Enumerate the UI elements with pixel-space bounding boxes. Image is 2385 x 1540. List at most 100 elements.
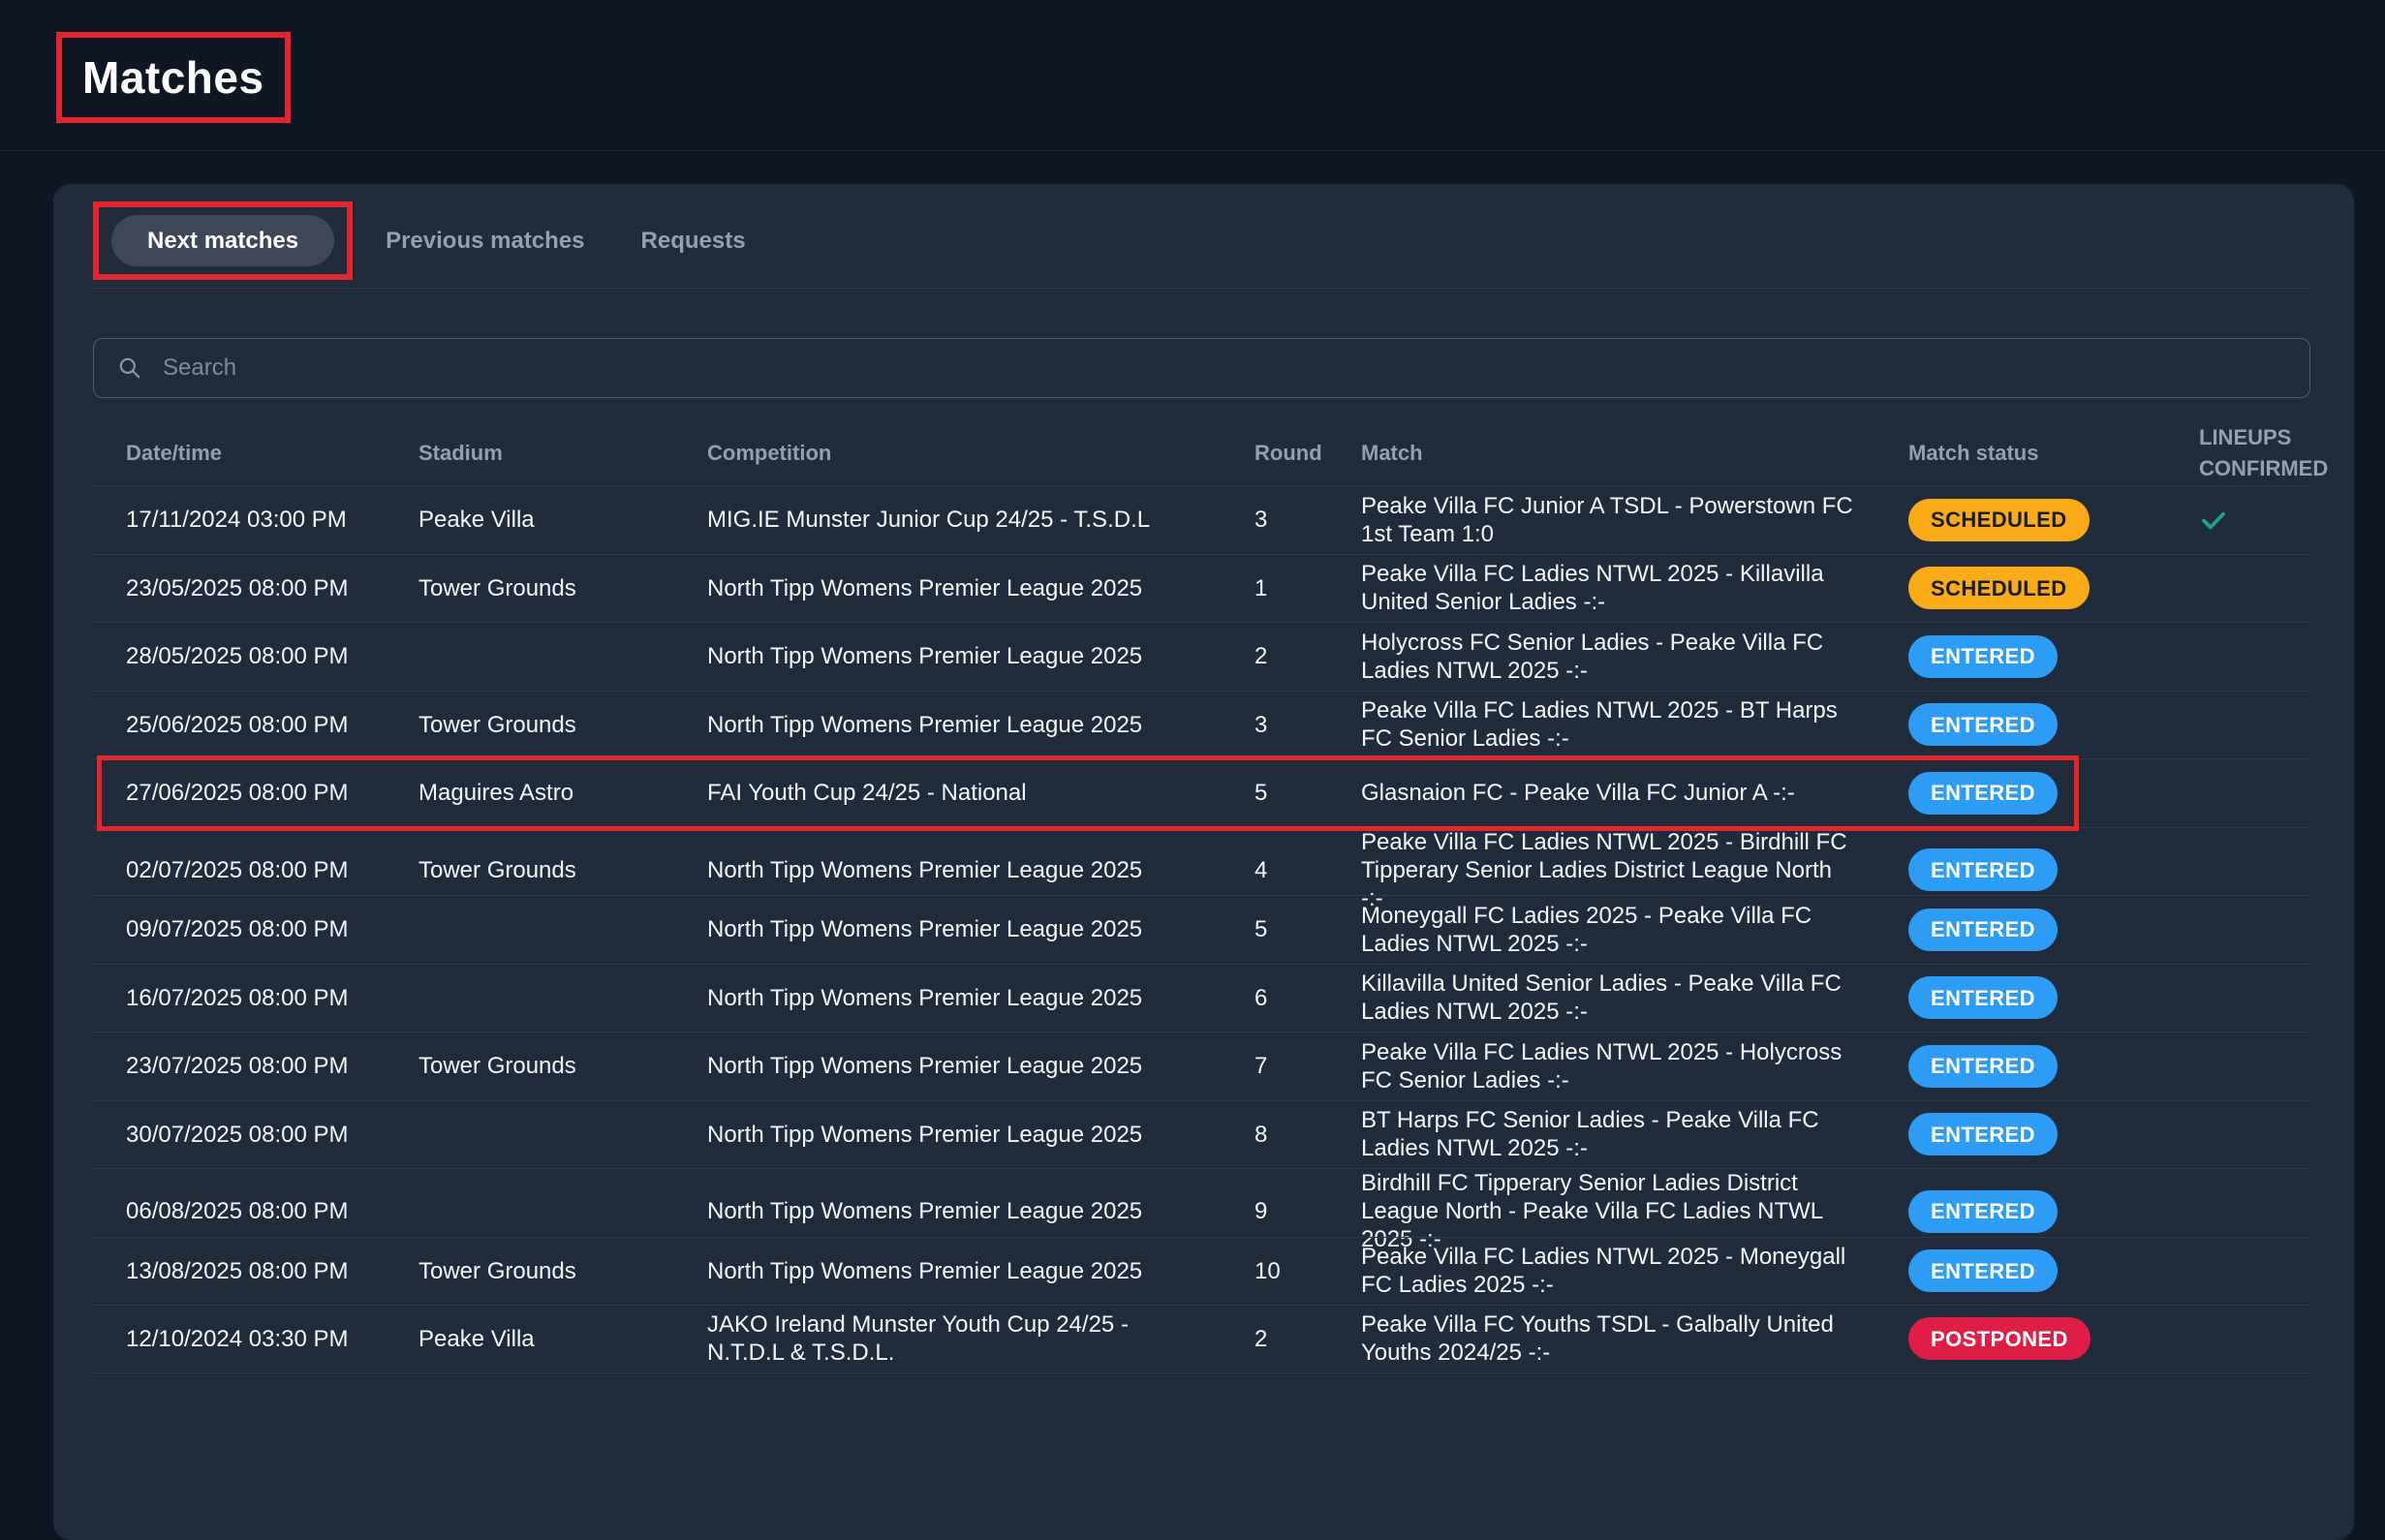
cell-datetime: 28/05/2025 08:00 PM bbox=[93, 642, 386, 670]
cell-competition: North Tipp Womens Premier League 2025 bbox=[674, 574, 1222, 602]
col-header-lineups-confirmed: LINEUPS CONFIRMED bbox=[2166, 422, 2345, 484]
table-row[interactable]: 09/07/2025 08:00 PM North Tipp Womens Pr… bbox=[93, 895, 2310, 964]
table-body: 17/11/2024 03:00 PM Peake Villa MIG.IE M… bbox=[93, 485, 2310, 1373]
cell-round: 7 bbox=[1222, 1052, 1328, 1080]
col-header-match-status: Match status bbox=[1875, 438, 2166, 469]
match-status-badge: ENTERED bbox=[1908, 909, 2058, 951]
cell-round: 2 bbox=[1222, 642, 1328, 670]
table-row[interactable]: 30/07/2025 08:00 PM North Tipp Womens Pr… bbox=[93, 1100, 2310, 1169]
col-header-stadium: Stadium bbox=[386, 438, 674, 469]
tabs: Next matches Previous matches Requests bbox=[93, 201, 2310, 280]
table-row[interactable]: 23/05/2025 08:00 PM Tower Grounds North … bbox=[93, 554, 2310, 623]
cell-competition: North Tipp Womens Premier League 2025 bbox=[674, 856, 1222, 884]
cell-round: 4 bbox=[1222, 856, 1328, 884]
cell-match-status: SCHEDULED bbox=[1875, 499, 2166, 541]
cell-stadium: Maguires Astro bbox=[386, 779, 674, 807]
match-status-badge: ENTERED bbox=[1908, 1249, 2058, 1292]
table-row[interactable]: 23/07/2025 08:00 PM Tower Grounds North … bbox=[93, 1032, 2310, 1100]
cell-datetime: 30/07/2025 08:00 PM bbox=[93, 1121, 386, 1149]
cell-competition: North Tipp Womens Premier League 2025 bbox=[674, 1121, 1222, 1149]
cell-match-status: ENTERED bbox=[1875, 1045, 2166, 1088]
cell-match-status: ENTERED bbox=[1875, 635, 2166, 678]
col-header-datetime: Date/time bbox=[93, 438, 386, 469]
match-status-badge: ENTERED bbox=[1908, 848, 2058, 891]
cell-round: 3 bbox=[1222, 711, 1328, 739]
match-status-badge: ENTERED bbox=[1908, 703, 2058, 746]
table-row[interactable]: 27/06/2025 08:00 PM Maguires Astro FAI Y… bbox=[93, 758, 2310, 827]
cell-round: 10 bbox=[1222, 1257, 1328, 1285]
match-status-badge: ENTERED bbox=[1908, 772, 2058, 815]
cell-datetime: 23/07/2025 08:00 PM bbox=[93, 1052, 386, 1080]
cell-round: 6 bbox=[1222, 984, 1328, 1012]
cell-match-status: ENTERED bbox=[1875, 909, 2166, 951]
cell-match-status: ENTERED bbox=[1875, 1113, 2166, 1155]
table-row[interactable]: 13/08/2025 08:00 PM Tower Grounds North … bbox=[93, 1237, 2310, 1306]
cell-match: Killavilla United Senior Ladies - Peake … bbox=[1328, 970, 1875, 1026]
cell-match: Peake Villa FC Junior A TSDL - Powerstow… bbox=[1328, 492, 1875, 548]
match-status-badge: ENTERED bbox=[1908, 635, 2058, 678]
cell-datetime: 09/07/2025 08:00 PM bbox=[93, 915, 386, 943]
cell-match: Moneygall FC Ladies 2025 - Peake Villa F… bbox=[1328, 902, 1875, 958]
tab-requests[interactable]: Requests bbox=[641, 230, 746, 253]
cell-datetime: 13/08/2025 08:00 PM bbox=[93, 1257, 386, 1285]
col-header-match: Match bbox=[1328, 438, 1875, 469]
cell-match: Peake Villa FC Ladies NTWL 2025 - Moneyg… bbox=[1328, 1243, 1875, 1299]
cell-match-status: ENTERED bbox=[1875, 1190, 2166, 1233]
cell-match: Peake Villa FC Youths TSDL - Galbally Un… bbox=[1328, 1310, 1875, 1367]
cell-datetime: 06/08/2025 08:00 PM bbox=[93, 1197, 386, 1225]
cell-match: Peake Villa FC Ladies NTWL 2025 - Killav… bbox=[1328, 560, 1875, 616]
table-row[interactable]: 02/07/2025 08:00 PM Tower Grounds North … bbox=[93, 827, 2310, 896]
cell-datetime: 17/11/2024 03:00 PM bbox=[93, 506, 386, 534]
cell-datetime: 02/07/2025 08:00 PM bbox=[93, 856, 386, 884]
match-status-badge: SCHEDULED bbox=[1908, 499, 2090, 541]
cell-match-status: ENTERED bbox=[1875, 848, 2166, 891]
cell-match-status: SCHEDULED bbox=[1875, 567, 2166, 609]
table-row[interactable]: 16/07/2025 08:00 PM North Tipp Womens Pr… bbox=[93, 964, 2310, 1032]
table-row[interactable]: 28/05/2025 08:00 PM North Tipp Womens Pr… bbox=[93, 622, 2310, 691]
cell-match-status: ENTERED bbox=[1875, 703, 2166, 746]
cell-match-status: ENTERED bbox=[1875, 772, 2166, 815]
cell-match: Glasnaion FC - Peake Villa FC Junior A -… bbox=[1328, 779, 1875, 807]
cell-competition: North Tipp Womens Premier League 2025 bbox=[674, 915, 1222, 943]
matches-page: { "theme": { "page_bg": "#0f1624", "card… bbox=[0, 0, 2385, 1379]
table-row[interactable]: 25/06/2025 08:00 PM Tower Grounds North … bbox=[93, 691, 2310, 759]
cell-competition: FAI Youth Cup 24/25 - National bbox=[674, 779, 1222, 807]
cell-competition: North Tipp Womens Premier League 2025 bbox=[674, 1257, 1222, 1285]
cell-stadium: Tower Grounds bbox=[386, 1257, 674, 1285]
search-input[interactable] bbox=[163, 354, 2286, 382]
cell-match: BT Harps FC Senior Ladies - Peake Villa … bbox=[1328, 1106, 1875, 1162]
cell-lineups-confirmed bbox=[2166, 506, 2310, 535]
match-status-badge: SCHEDULED bbox=[1908, 567, 2090, 609]
cell-competition: North Tipp Womens Premier League 2025 bbox=[674, 711, 1222, 739]
match-status-badge: ENTERED bbox=[1908, 1190, 2058, 1233]
cell-competition: North Tipp Womens Premier League 2025 bbox=[674, 642, 1222, 670]
lineups-confirmed-check-icon bbox=[2199, 506, 2293, 535]
table-row[interactable]: 17/11/2024 03:00 PM Peake Villa MIG.IE M… bbox=[93, 485, 2310, 554]
cell-match: Peake Villa FC Ladies NTWL 2025 - BT Har… bbox=[1328, 696, 1875, 753]
cell-datetime: 27/06/2025 08:00 PM bbox=[93, 779, 386, 807]
cell-match-status: ENTERED bbox=[1875, 1249, 2166, 1292]
cell-round: 8 bbox=[1222, 1121, 1328, 1149]
table-header: Date/time Stadium Competition Round Matc… bbox=[93, 420, 2310, 485]
search-box[interactable] bbox=[93, 338, 2310, 398]
cell-match: Holycross FC Senior Ladies - Peake Villa… bbox=[1328, 629, 1875, 685]
table-row[interactable]: 12/10/2024 03:30 PM Peake Villa JAKO Ire… bbox=[93, 1305, 2310, 1373]
cell-competition: North Tipp Womens Premier League 2025 bbox=[674, 984, 1222, 1012]
tab-annotation-box: Next matches bbox=[93, 201, 353, 280]
cell-match-status: ENTERED bbox=[1875, 976, 2166, 1019]
cell-round: 5 bbox=[1222, 915, 1328, 943]
tab-next-matches[interactable]: Next matches bbox=[111, 215, 334, 266]
cell-stadium: Tower Grounds bbox=[386, 856, 674, 884]
cell-stadium: Tower Grounds bbox=[386, 711, 674, 739]
page-title: Matches bbox=[82, 49, 264, 106]
table-row[interactable]: 06/08/2025 08:00 PM North Tipp Womens Pr… bbox=[93, 1168, 2310, 1237]
tabs-divider bbox=[93, 288, 2310, 289]
tab-previous-matches[interactable]: Previous matches bbox=[386, 230, 584, 253]
match-status-badge: ENTERED bbox=[1908, 976, 2058, 1019]
matches-table: Date/time Stadium Competition Round Matc… bbox=[93, 420, 2310, 1373]
cell-match: Peake Villa FC Ladies NTWL 2025 - Holycr… bbox=[1328, 1038, 1875, 1094]
cell-round: 2 bbox=[1222, 1325, 1328, 1353]
cell-round: 5 bbox=[1222, 779, 1328, 807]
cell-round: 1 bbox=[1222, 574, 1328, 602]
cell-round: 9 bbox=[1222, 1197, 1328, 1225]
